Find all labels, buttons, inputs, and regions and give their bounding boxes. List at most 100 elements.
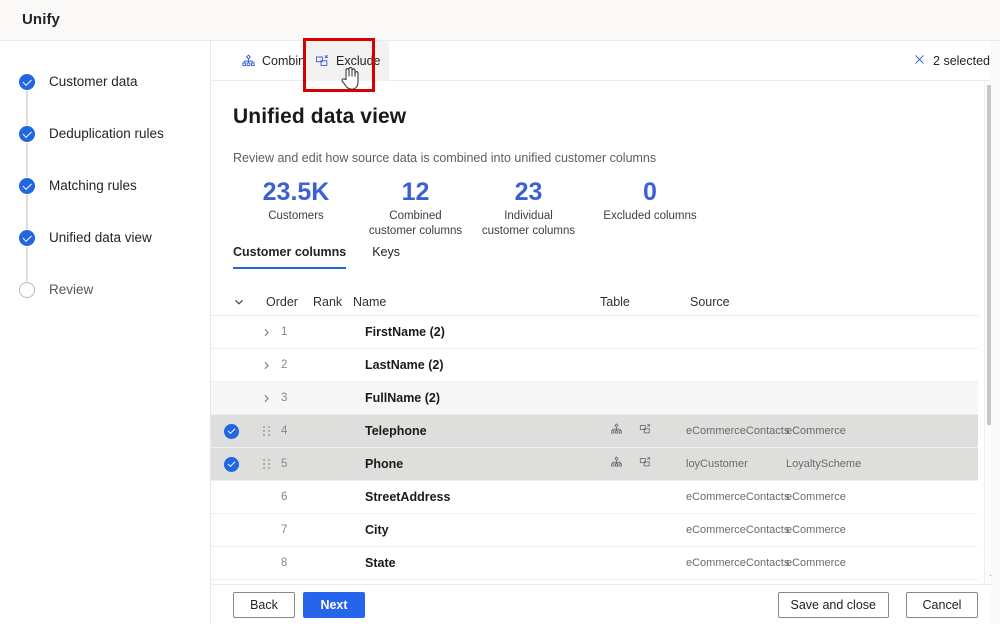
table-body: 1 FirstName (2) 2 LastName (2) 3 FullName (2)… <box>211 316 978 580</box>
row-name: Phone <box>365 457 404 471</box>
row-order: 6 <box>281 491 288 503</box>
row-select-checkbox[interactable] <box>211 423 251 439</box>
row-table: eCommerceContacts <box>686 557 790 569</box>
row-order: 7 <box>281 524 288 536</box>
columns-table: Order Rank Name Table Source 1 FirstName … <box>211 288 978 580</box>
sidebar-item-deduplication-rules[interactable]: Deduplication rules <box>0 125 211 177</box>
command-bar: Combine Exclude 2 selected <box>211 38 1000 92</box>
table-row[interactable]: 3 FullName (2) <box>211 382 978 415</box>
checkmark-icon <box>223 456 239 472</box>
sidebar-item-label: Deduplication rules <box>49 126 164 141</box>
save-and-close-button[interactable]: Save and close <box>777 592 889 618</box>
step-connector <box>26 247 28 281</box>
row-combine-icon[interactable] <box>610 423 623 439</box>
page-scrollbar[interactable] <box>991 41 1000 624</box>
row-actions <box>610 456 686 472</box>
tab-customer-columns[interactable]: Customer columns <box>233 245 347 269</box>
row-table: eCommerceContacts <box>686 491 790 503</box>
row-select-checkbox[interactable] <box>211 456 251 472</box>
summary-stats: 23.5K Customers 12 Combined customer column… <box>233 177 933 238</box>
row-name: FullName (2) <box>365 391 441 405</box>
row-order: 2 <box>281 359 288 371</box>
row-order: 4 <box>281 425 288 437</box>
header-table[interactable]: Table <box>600 295 690 309</box>
combine-label: Combine <box>262 54 313 68</box>
row-order: 1 <box>281 326 288 338</box>
stat-value: 0 <box>643 178 657 206</box>
table-header-row: Order Rank Name Table Source <box>211 288 978 316</box>
row-source: eCommerce <box>786 491 846 503</box>
clear-selection-button[interactable]: 2 selected <box>913 41 990 81</box>
table-row[interactable]: 2 LastName (2) <box>211 349 978 382</box>
next-button[interactable]: Next <box>303 592 365 618</box>
row-expand-chevron-icon[interactable] <box>251 393 281 404</box>
header-order[interactable]: Order <box>266 295 313 309</box>
row-expand-chevron-icon[interactable] <box>251 360 281 371</box>
row-order: 5 <box>281 458 288 470</box>
stat-label: Combined customer columns <box>368 210 463 237</box>
table-row[interactable]: 6 StreetAddress eCommerceContacts eCommerce <box>211 481 978 514</box>
combine-icon <box>241 53 256 69</box>
action-footer: Back Next Save and close Cancel <box>211 584 1000 624</box>
sidebar-item-label: Matching rules <box>49 178 137 193</box>
step-connector <box>26 195 28 229</box>
sidebar-item-unified-data-view[interactable]: Unified data view <box>0 229 211 281</box>
table-row[interactable]: 5 Phone loyCustomer LoyaltyScheme <box>211 448 978 481</box>
content-panel: Combine Exclude 2 selected Unified data … <box>211 38 1000 624</box>
app-title: Unify <box>22 11 60 28</box>
back-button[interactable]: Back <box>233 592 295 618</box>
row-source: eCommerce <box>786 425 846 437</box>
cancel-button[interactable]: Cancel <box>906 592 978 618</box>
app-header: Unify <box>0 0 1000 41</box>
row-combine-icon[interactable] <box>610 456 623 472</box>
expand-all-chevron-icon[interactable] <box>211 296 266 308</box>
stat-value: 12 <box>401 178 430 206</box>
table-row[interactable]: 4 Telephone eCommerceContacts eCommerce <box>211 415 978 448</box>
table-row[interactable]: 1 FirstName (2) <box>211 316 978 349</box>
row-actions <box>610 423 686 439</box>
row-expand-chevron-icon[interactable] <box>251 327 281 338</box>
row-name: State <box>365 556 396 570</box>
stat-value: 23.5K <box>262 178 330 206</box>
close-icon <box>913 53 926 69</box>
page-subtitle: Review and edit how source data is combi… <box>233 151 657 165</box>
row-source: LoyaltyScheme <box>786 458 862 470</box>
table-row[interactable]: 7 City eCommerceContacts eCommerce <box>211 514 978 547</box>
row-name: StreetAddress <box>365 490 451 504</box>
step-complete-icon <box>19 178 35 194</box>
stat-value: 23 <box>514 178 543 206</box>
wizard-step-list: Customer data Deduplication rules Matching… <box>0 73 211 333</box>
row-drag-handle[interactable] <box>251 425 281 437</box>
table-row[interactable]: 8 State eCommerceContacts eCommerce <box>211 547 978 580</box>
step-complete-icon <box>19 74 35 90</box>
exclude-button[interactable]: Exclude <box>306 41 390 81</box>
sidebar-item-label: Unified data view <box>49 230 152 245</box>
sidebar-item-review[interactable]: Review <box>0 281 211 333</box>
step-complete-icon <box>19 230 35 246</box>
header-source[interactable]: Source <box>690 295 810 309</box>
sidebar-item-label: Customer data <box>49 74 138 89</box>
step-connector <box>26 91 28 125</box>
row-name: Telephone <box>365 424 427 438</box>
sidebar-item-label: Review <box>49 282 94 297</box>
sidebar-item-customer-data[interactable]: Customer data <box>0 73 211 125</box>
wizard-sidebar: Customer data Deduplication rules Matching… <box>0 41 211 624</box>
stat-card: 0 Excluded columns <box>585 177 715 238</box>
tab-keys[interactable]: Keys <box>372 245 400 269</box>
row-order: 3 <box>281 392 288 404</box>
step-pending-icon <box>19 282 35 298</box>
row-exclude-icon[interactable] <box>639 423 652 439</box>
unify-window: Unify Customer data Deduplication rules Ma… <box>0 0 1000 624</box>
sidebar-item-matching-rules[interactable]: Matching rules <box>0 177 211 229</box>
checkmark-icon <box>223 423 239 439</box>
step-connector <box>26 143 28 177</box>
row-source: eCommerce <box>786 524 846 536</box>
row-name: LastName (2) <box>365 358 444 372</box>
page-title: Unified data view <box>233 105 407 128</box>
row-table: loyCustomer <box>686 458 748 470</box>
stat-card: 23.5K Customers <box>233 177 359 238</box>
header-name[interactable]: Name <box>353 295 600 309</box>
header-rank[interactable]: Rank <box>313 295 353 309</box>
row-drag-handle[interactable] <box>251 458 281 470</box>
row-exclude-icon[interactable] <box>639 456 652 472</box>
